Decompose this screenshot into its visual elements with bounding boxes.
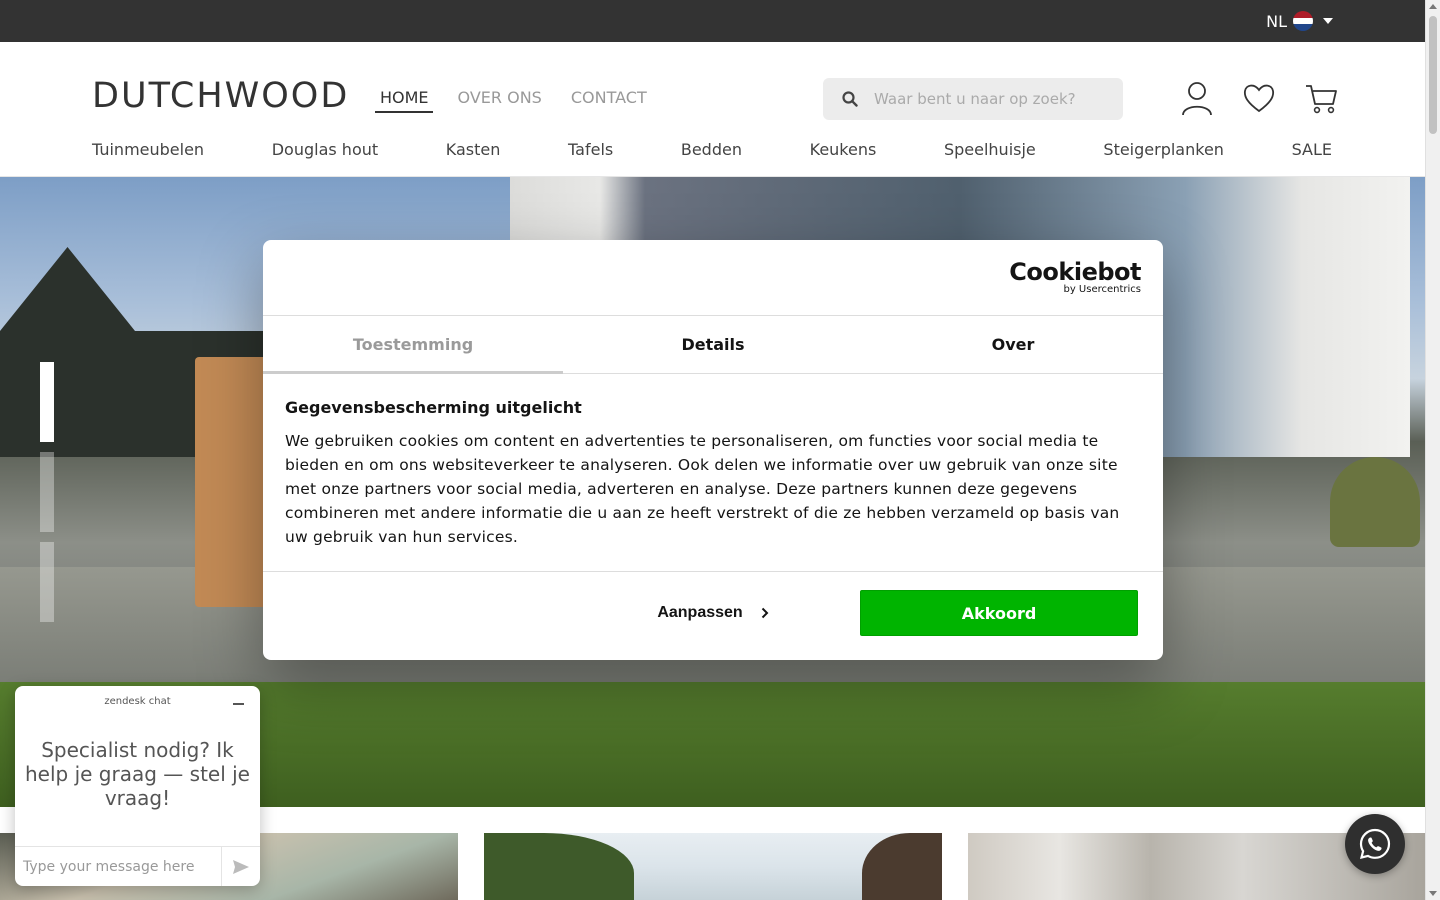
whatsapp-icon	[1359, 828, 1391, 860]
cart-icon[interactable]	[1304, 80, 1338, 116]
cookie-dialog-body: Gegevensbescherming uitgelicht We gebrui…	[263, 374, 1163, 572]
category-sale[interactable]: SALE	[1292, 140, 1332, 159]
scroll-up-arrow-icon[interactable]	[1429, 4, 1437, 9]
search-box	[823, 78, 1123, 120]
chevron-right-icon	[761, 607, 769, 619]
header-icons	[1180, 80, 1338, 116]
nav-contact[interactable]: CONTACT	[566, 88, 651, 113]
cookie-text: We gebruiken cookies om content en adver…	[285, 432, 1120, 546]
hero-plant	[1330, 457, 1420, 547]
main-nav: HOME OVER ONS CONTACT	[375, 88, 671, 113]
search-icon[interactable]	[842, 91, 858, 107]
category-tile-2[interactable]	[484, 833, 942, 900]
chat-greeting: Specialist nodig? Ik help je graag — ste…	[25, 738, 250, 810]
category-keukens[interactable]: Keukens	[810, 140, 877, 159]
cookie-dialog-header: Cookiebot by Usercentrics	[263, 240, 1163, 316]
scrollbar-thumb[interactable]	[1429, 16, 1437, 134]
category-tuinmeubelen[interactable]: Tuinmeubelen	[92, 140, 204, 159]
language-selector[interactable]: NL	[1266, 0, 1333, 42]
chat-input-bar: Type your message here	[15, 846, 260, 886]
chevron-down-icon	[1323, 18, 1333, 24]
site-logo[interactable]: DUTCHWOOD	[92, 76, 349, 116]
scroll-down-arrow-icon[interactable]	[1429, 891, 1437, 896]
top-bar: NL	[0, 0, 1425, 42]
cookiebot-logo: Cookiebot by Usercentrics	[1009, 258, 1141, 295]
whatsapp-button[interactable]	[1345, 814, 1405, 874]
heart-icon[interactable]	[1242, 80, 1276, 116]
nav-home[interactable]: HOME	[375, 88, 433, 113]
chat-widget: zendesk chat Specialist nodig? Ik help j…	[15, 686, 260, 886]
tab-over[interactable]: Over	[863, 316, 1163, 373]
tab-toestemming[interactable]: Toestemming	[263, 316, 563, 374]
category-speelhuisje[interactable]: Speelhuisje	[944, 140, 1036, 159]
category-douglas-hout[interactable]: Douglas hout	[272, 140, 378, 159]
adjust-label: Aanpassen	[657, 604, 743, 621]
slide-indicators	[40, 362, 54, 622]
category-tafels[interactable]: Tafels	[568, 140, 613, 159]
cookie-heading: Gegevensbescherming uitgelicht	[285, 398, 582, 417]
cookie-dialog-footer: Aanpassen Akkoord	[263, 572, 1163, 660]
netherlands-flag-icon	[1293, 11, 1313, 31]
language-code: NL	[1266, 11, 1287, 31]
nav-over-ons[interactable]: OVER ONS	[453, 88, 546, 113]
user-icon[interactable]	[1180, 80, 1214, 116]
send-icon[interactable]	[222, 847, 260, 887]
minimize-icon[interactable]	[233, 703, 244, 705]
page-scrollbar[interactable]	[1425, 0, 1440, 900]
category-steigerplanken[interactable]: Steigerplanken	[1103, 140, 1224, 159]
slide-indicator-1[interactable]	[40, 362, 54, 442]
cookie-tabs: Toestemming Details Over	[263, 316, 1163, 374]
category-nav: Tuinmeubelen Douglas hout Kasten Tafels …	[92, 140, 1332, 159]
tab-details[interactable]: Details	[563, 316, 863, 373]
site-header: DUTCHWOOD HOME OVER ONS CONTACT Tuinmeub…	[0, 42, 1425, 177]
cookie-consent-dialog: Cookiebot by Usercentrics Toestemming De…	[263, 240, 1163, 660]
slide-indicator-3[interactable]	[40, 542, 54, 622]
chat-message-input[interactable]: Type your message here	[15, 846, 222, 886]
chat-brand: zendesk chat	[104, 696, 171, 707]
category-bedden[interactable]: Bedden	[681, 140, 742, 159]
adjust-button[interactable]: Aanpassen	[628, 590, 798, 636]
search-input[interactable]	[874, 90, 1094, 108]
accept-button[interactable]: Akkoord	[860, 590, 1138, 636]
category-kasten[interactable]: Kasten	[446, 140, 501, 159]
slide-indicator-2[interactable]	[40, 452, 54, 532]
